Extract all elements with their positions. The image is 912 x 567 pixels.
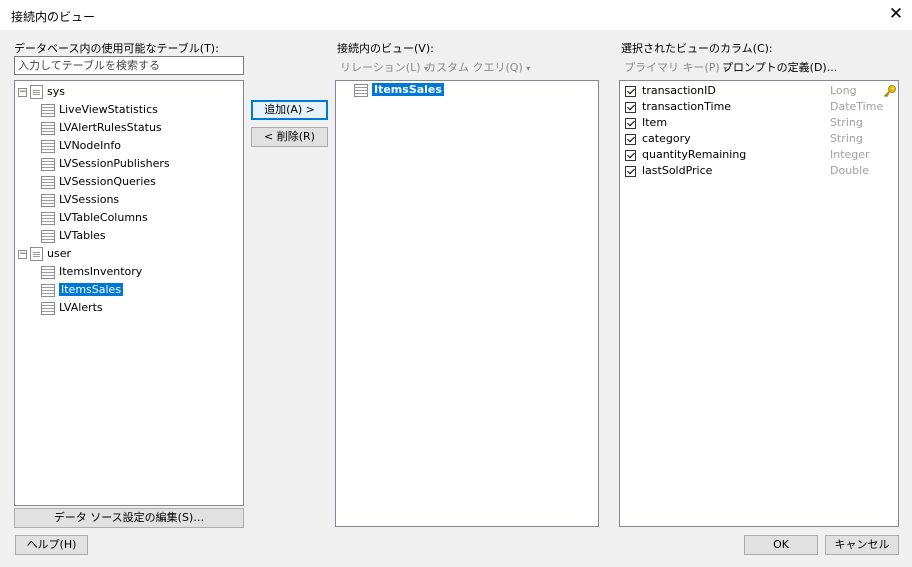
column-checkbox[interactable] [625, 165, 636, 177]
tree-table-label: ItemsSales [59, 283, 124, 296]
column-name: transactionID [642, 84, 716, 97]
selected-columns-label: 選択されたビューのカラム(C): [621, 42, 773, 55]
tree-table-label: LVTableColumns [59, 211, 148, 224]
column-checkbox[interactable] [625, 149, 636, 161]
view-item-label: ItemsSales [372, 83, 444, 96]
table-icon [41, 103, 55, 117]
custom-query-label: カスタム クエリ(Q) [425, 61, 523, 74]
tree-table-label: LVSessionPublishers [59, 157, 170, 170]
table-icon [41, 193, 55, 207]
tree-table-item[interactable]: ItemsInventory [41, 263, 142, 281]
column-checkbox[interactable] [625, 133, 636, 145]
connection-views-label: 接続内のビュー(V): [337, 42, 434, 55]
column-name: category [642, 132, 691, 145]
tree-table-label: LVAlertRulesStatus [59, 121, 162, 134]
edit-datasource-button[interactable]: データ ソース設定の編集(S)… [14, 508, 244, 528]
chevron-down-icon: ▾ [526, 64, 531, 73]
cancel-button[interactable]: キャンセル [825, 535, 899, 555]
relation-dropdown[interactable]: リレーション(L) ▾ [340, 59, 428, 75]
relation-label: リレーション(L) [340, 61, 421, 74]
table-icon [41, 175, 55, 189]
tree-table-label: ItemsInventory [59, 265, 143, 278]
help-button[interactable]: ヘルプ(H) [15, 535, 88, 555]
close-icon[interactable]: ✕ [884, 3, 908, 25]
table-icon [41, 121, 55, 135]
tree-table-item[interactable]: LVTables [41, 227, 106, 245]
tree-table-label: LVNodeInfo [59, 139, 121, 152]
remove-button[interactable]: < 削除(R) [251, 127, 328, 147]
custom-query-dropdown[interactable]: カスタム クエリ(Q) ▾ [425, 59, 530, 75]
column-checkbox[interactable] [625, 117, 636, 129]
primary-key-label: プライマリ キー(P) [624, 61, 720, 74]
table-icon [41, 265, 55, 279]
tree-table-item[interactable]: LiveViewStatistics [41, 101, 158, 119]
collapse-icon[interactable]: − [18, 87, 27, 97]
primary-key-dropdown[interactable]: プライマリ キー(P) ▾ [624, 59, 727, 75]
window-title: 接続内のビュー [11, 10, 96, 24]
key-icon [883, 85, 896, 98]
available-tables-label: データベース内の使用可能なテーブル(T): [14, 42, 219, 55]
selected-columns-list[interactable]: transactionID Long transactionTime DateTime… [619, 80, 899, 527]
schema-icon [30, 247, 43, 261]
column-name: transactionTime [642, 100, 732, 113]
tree-table-item[interactable]: LVAlertRulesStatus [41, 119, 162, 137]
tree-schema[interactable]: − sys [18, 83, 65, 101]
title-bar [0, 0, 912, 30]
connection-views-list[interactable]: ItemsSales [335, 80, 599, 527]
prompt-definition-button[interactable]: プロンプトの定義(D)... [722, 59, 837, 75]
table-search-input[interactable] [14, 56, 244, 75]
tree-table-label: LVSessions [59, 193, 120, 206]
column-name: quantityRemaining [642, 148, 747, 161]
table-icon [41, 157, 55, 171]
column-checkbox[interactable] [625, 85, 636, 97]
column-name: lastSoldPrice [642, 164, 713, 177]
add-button[interactable]: 追加(A) > [251, 100, 328, 120]
available-tables-tree[interactable]: − sys LiveViewStatistics LVAlertRulesStatus… [14, 80, 244, 506]
column-type: Double [830, 164, 869, 177]
table-icon [41, 211, 55, 225]
tree-table-label: LVTables [59, 229, 106, 242]
ok-button[interactable]: OK [744, 535, 818, 555]
tree-schema-label: user [47, 247, 71, 260]
tree-table-item[interactable]: LVNodeInfo [41, 137, 121, 155]
tree-table-label: LVAlerts [59, 301, 103, 314]
tree-table-item[interactable]: ItemsSales [41, 281, 124, 299]
column-checkbox[interactable] [625, 101, 636, 113]
table-icon [354, 83, 368, 97]
tree-table-item[interactable]: LVSessions [41, 191, 119, 209]
tree-table-item[interactable]: LVSessionQueries [41, 173, 156, 191]
tree-table-label: LVSessionQueries [59, 175, 156, 188]
view-item[interactable]: ItemsSales [354, 81, 444, 99]
column-row[interactable]: lastSoldPrice Double [625, 162, 897, 180]
tree-table-item[interactable]: LVSessionPublishers [41, 155, 170, 173]
table-icon [41, 229, 55, 243]
tree-schema[interactable]: − user [18, 245, 71, 263]
tree-table-label: LiveViewStatistics [59, 103, 158, 116]
schema-icon [30, 85, 43, 99]
column-name: Item [642, 116, 668, 129]
tree-table-item[interactable]: LVAlerts [41, 299, 103, 317]
table-icon [41, 283, 55, 297]
tree-schema-label: sys [47, 85, 65, 98]
table-icon [41, 301, 55, 315]
tree-table-item[interactable]: LVTableColumns [41, 209, 148, 227]
table-icon [41, 139, 55, 153]
collapse-icon[interactable]: − [18, 249, 27, 259]
